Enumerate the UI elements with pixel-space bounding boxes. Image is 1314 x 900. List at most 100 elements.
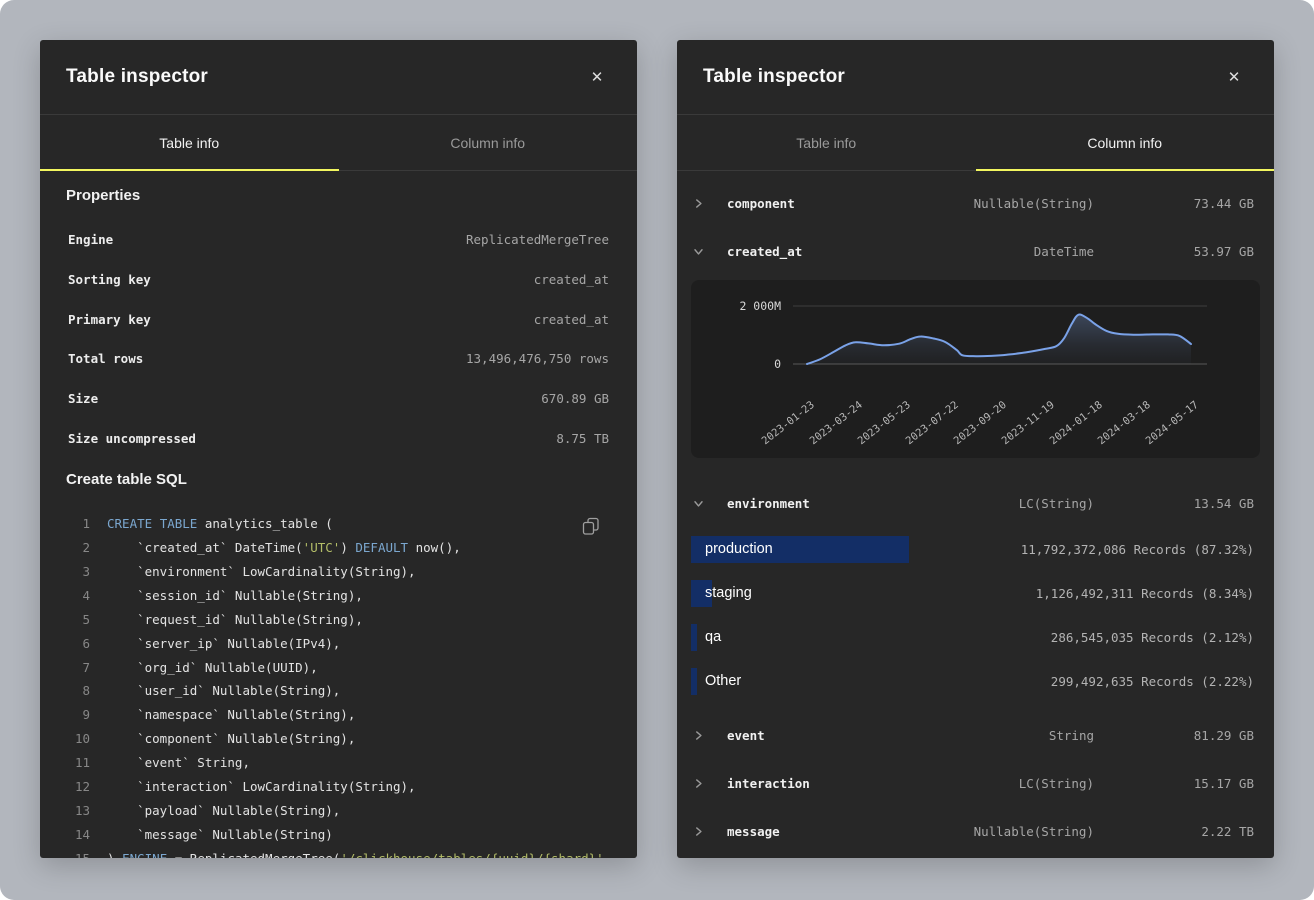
- sql-code-line: 11 `event` String,: [66, 751, 611, 775]
- column-row-event[interactable]: eventString81.29 GB: [677, 711, 1274, 759]
- property-row: Engine ReplicatedMergeTree: [66, 220, 611, 260]
- table-inspector-modal-right: Table inspector ✕ Table info Column info…: [677, 40, 1274, 858]
- line-number: 10: [66, 727, 90, 751]
- sql-code-line: 10 `component` Nullable(String),: [66, 727, 611, 751]
- copy-icon[interactable]: [579, 514, 603, 538]
- sql-code-line: 6 `server_ip` Nullable(IPv4),: [66, 632, 611, 656]
- line-number: 15: [66, 847, 90, 858]
- chevron-right-icon: [691, 196, 705, 210]
- property-label: Total rows: [68, 351, 143, 366]
- column-name: created_at: [727, 244, 1012, 259]
- sql-code-line: 5 `request_id` Nullable(String),: [66, 608, 611, 632]
- column-list: componentNullable(String)73.44 GBcreated…: [677, 179, 1274, 855]
- properties-heading: Properties: [66, 187, 611, 205]
- tab-column-info[interactable]: Column info: [339, 115, 638, 170]
- column-row-environment[interactable]: environmentLC(String)13.54 GB: [677, 479, 1274, 527]
- tab-column-info[interactable]: Column info: [976, 115, 1275, 170]
- line-number: 2: [66, 536, 90, 560]
- value-bar-wrap: production: [691, 536, 921, 563]
- code-text: `org_id` Nullable(UUID),: [107, 656, 318, 680]
- code-text: `created_at` DateTime('UTC') DEFAULT now…: [107, 536, 461, 560]
- line-number: 14: [66, 823, 90, 847]
- line-number: 11: [66, 751, 90, 775]
- sql-code-block: 1CREATE TABLE analytics_table (2 `create…: [66, 512, 611, 858]
- line-number: 5: [66, 608, 90, 632]
- line-number: 3: [66, 560, 90, 584]
- code-text: `request_id` Nullable(String),: [107, 608, 363, 632]
- code-text: `user_id` Nullable(String),: [107, 679, 340, 703]
- table-inspector-modal-left: Table inspector ✕ Table info Column info…: [40, 40, 637, 858]
- modal-title: Table inspector: [703, 66, 845, 88]
- sql-code-line: 3 `environment` LowCardinality(String),: [66, 560, 611, 584]
- value-distribution-list: production 11,792,372,086 Records (87.32%…: [677, 527, 1274, 703]
- column-row-message[interactable]: message Nullable(String) 2.22 TB: [677, 807, 1274, 855]
- value-records: 286,545,035 Records (2.12%): [1051, 630, 1254, 645]
- sql-code-line: 13 `payload` Nullable(String),: [66, 799, 611, 823]
- property-label: Sorting key: [68, 272, 151, 287]
- code-text: `session_id` Nullable(String),: [107, 584, 363, 608]
- column-name: component: [727, 196, 952, 211]
- value-row-staging: staging 1,126,492,311 Records (8.34%): [677, 571, 1274, 615]
- close-icon[interactable]: ✕: [1220, 63, 1248, 91]
- column-type: LC(String): [1019, 776, 1094, 791]
- property-value: created_at: [534, 312, 609, 327]
- line-number: 9: [66, 703, 90, 727]
- value-records: 11,792,372,086 Records (87.32%): [1021, 542, 1254, 557]
- property-value: created_at: [534, 272, 609, 287]
- value-row-other: Other 299,492,635 Records (2.22%): [677, 659, 1274, 703]
- property-label: Size: [68, 391, 98, 406]
- column-row-interaction[interactable]: interactionLC(String)15.17 GB: [677, 759, 1274, 807]
- x-tick-label: 2024-05-17: [1144, 399, 1201, 447]
- value-label: staging: [691, 585, 752, 601]
- sql-code-lines: 1CREATE TABLE analytics_table (2 `create…: [66, 512, 611, 858]
- property-label: Engine: [68, 232, 113, 247]
- tab-bar: Table info Column info: [40, 115, 637, 171]
- column-type: Nullable(String): [974, 824, 1094, 839]
- chevron-down-icon: [691, 244, 705, 258]
- tab-table-info[interactable]: Table info: [677, 115, 976, 170]
- column-name: interaction: [727, 776, 997, 791]
- line-number: 8: [66, 679, 90, 703]
- code-text: ) ENGINE = ReplicatedMergeTree('/clickho…: [107, 847, 611, 858]
- tab-table-info[interactable]: Table info: [40, 115, 339, 170]
- created-at-distribution-chart: 2 000M02023-01-232023-03-242023-05-23202…: [691, 280, 1260, 458]
- column-size: 2.22 TB: [1116, 824, 1266, 839]
- column-name: environment: [727, 496, 997, 511]
- line-number: 13: [66, 799, 90, 823]
- column-size: 81.29 GB: [1116, 728, 1266, 743]
- screenshot-canvas: Table inspector ✕ Table info Column info…: [0, 0, 1314, 900]
- code-text: `server_ip` Nullable(IPv4),: [107, 632, 340, 656]
- sql-code-line: 7 `org_id` Nullable(UUID),: [66, 656, 611, 680]
- property-row: Sorting key created_at: [66, 260, 611, 300]
- code-text: `payload` Nullable(String),: [107, 799, 340, 823]
- code-text: `component` Nullable(String),: [107, 727, 355, 751]
- value-records: 1,126,492,311 Records (8.34%): [1036, 586, 1254, 601]
- property-value: ReplicatedMergeTree: [466, 232, 609, 247]
- code-text: `environment` LowCardinality(String),: [107, 560, 416, 584]
- table-info-content: Properties Engine ReplicatedMergeTree Sort…: [40, 187, 637, 858]
- column-size: 53.97 GB: [1116, 244, 1266, 259]
- column-type: String: [1049, 728, 1094, 743]
- modal-header: Table inspector ✕: [40, 40, 637, 115]
- column-row-component[interactable]: componentNullable(String)73.44 GB: [677, 179, 1274, 227]
- column-size: 13.54 GB: [1116, 496, 1266, 511]
- value-label: qa: [691, 629, 721, 645]
- sql-code-line: 12 `interaction` LowCardinality(String),: [66, 775, 611, 799]
- column-row-created_at[interactable]: created_atDateTime53.97 GB: [677, 227, 1274, 275]
- line-number: 7: [66, 656, 90, 680]
- chevron-right-icon: [691, 776, 705, 790]
- area-fill: [807, 315, 1191, 364]
- close-icon[interactable]: ✕: [583, 63, 611, 91]
- value-bar-wrap: staging: [691, 580, 921, 607]
- property-value: 670.89 GB: [541, 391, 609, 406]
- value-label: Other: [691, 673, 741, 689]
- column-name: message: [727, 824, 952, 839]
- code-text: `namespace` Nullable(String),: [107, 703, 355, 727]
- code-text: `message` Nullable(String): [107, 823, 333, 847]
- sql-code-line: 9 `namespace` Nullable(String),: [66, 703, 611, 727]
- y-tick-label-max: 2 000M: [739, 299, 781, 313]
- chevron-right-icon: [691, 824, 705, 838]
- value-bar-wrap: qa: [691, 624, 921, 651]
- value-bar-wrap: Other: [691, 668, 921, 695]
- value-records: 299,492,635 Records (2.22%): [1051, 674, 1254, 689]
